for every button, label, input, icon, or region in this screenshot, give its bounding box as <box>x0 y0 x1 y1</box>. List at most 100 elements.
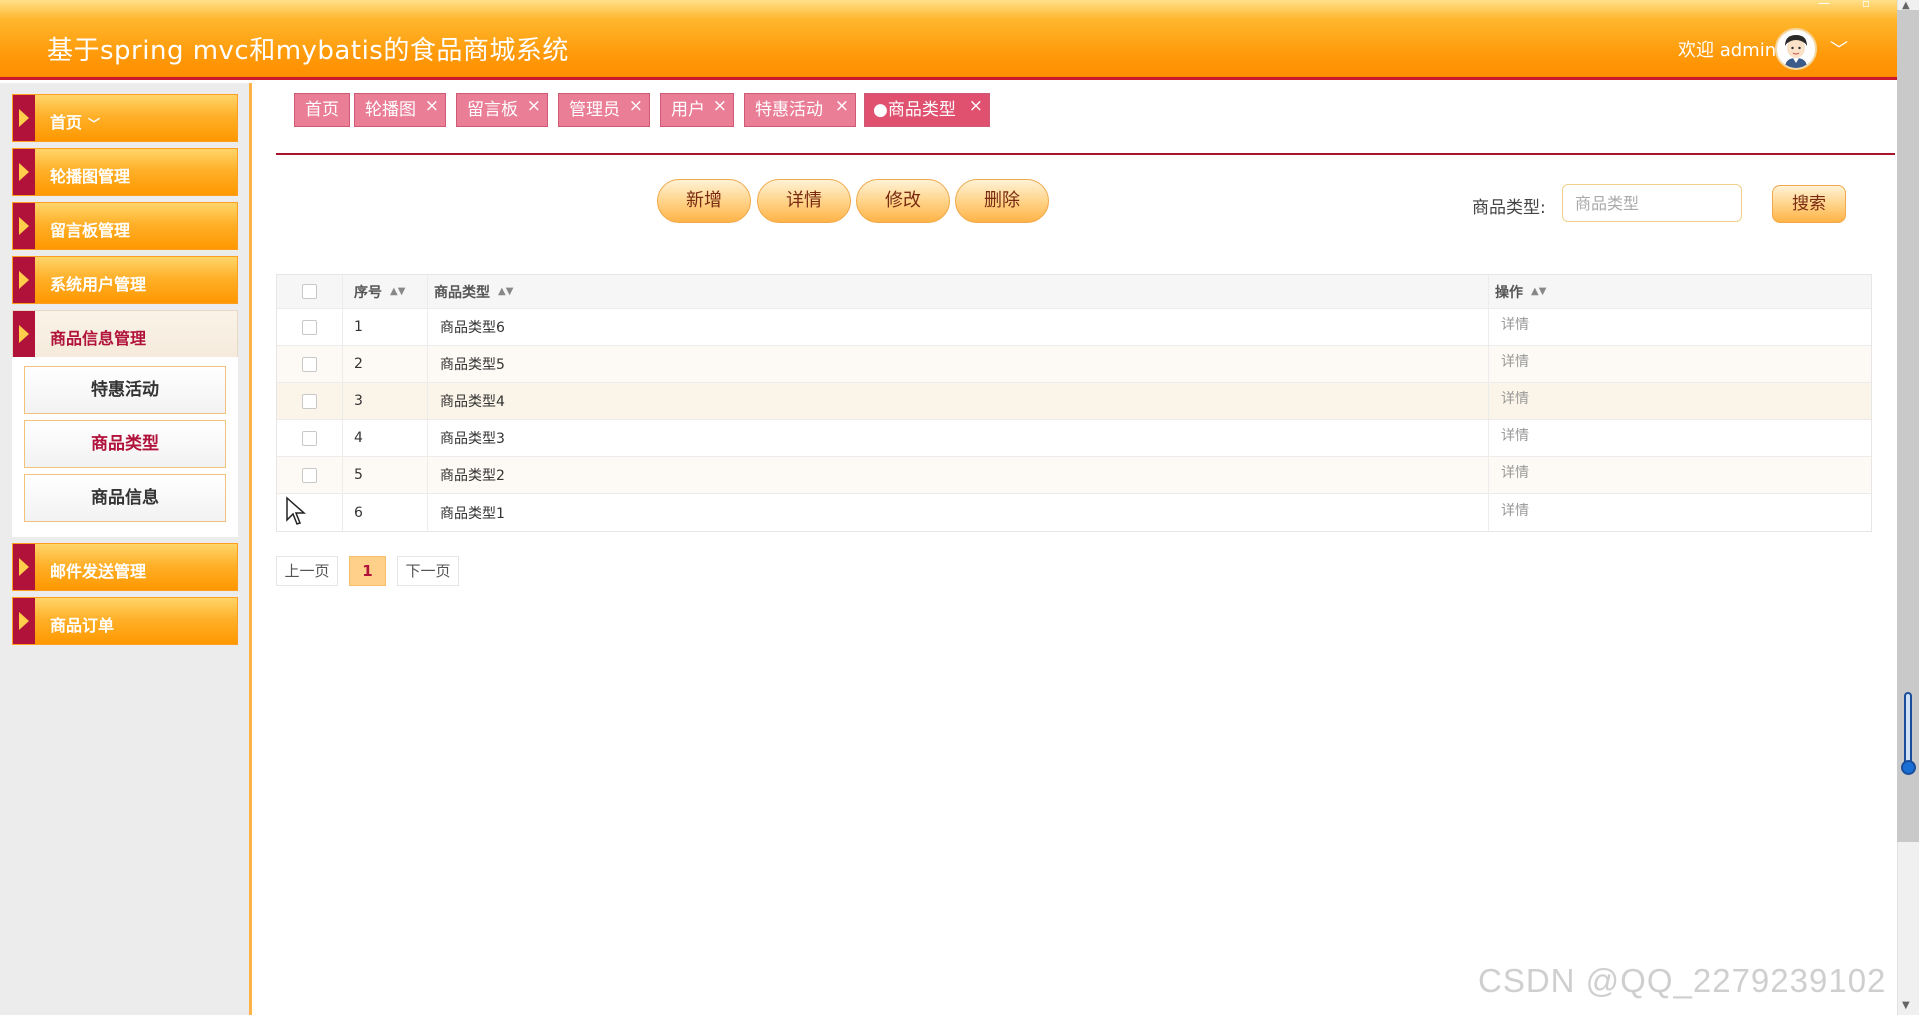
next-page-button[interactable]: 下一页 <box>397 556 459 586</box>
row-checkbox[interactable] <box>302 319 317 335</box>
maximize-icon[interactable]: ▫ <box>1862 0 1870 10</box>
page-1-button[interactable]: 1 <box>349 556 386 586</box>
cell-type: 商品类型1 <box>428 494 1489 531</box>
detail-button[interactable]: 详情 <box>757 179 851 223</box>
cell-no: 6 <box>343 494 428 531</box>
mouse-cursor-icon <box>286 496 306 525</box>
sidebar-item-label: 系统用户管理 <box>50 275 147 294</box>
thermometer-icon <box>1904 692 1912 767</box>
prev-page-button[interactable]: 上一页 <box>276 556 338 586</box>
edit-button[interactable]: 修改 <box>856 179 950 223</box>
row-checkbox[interactable] <box>302 356 317 372</box>
tab-label: ●商品类型 <box>873 100 956 120</box>
sidebar-item-product-info[interactable]: 商品信息管理 <box>12 310 238 358</box>
search-input[interactable] <box>1562 184 1742 222</box>
tab-label: 轮播图 <box>365 100 416 120</box>
close-icon[interactable]: × <box>425 90 439 122</box>
app-title: 基于spring mvc和mybatis的食品商城系统 <box>47 36 569 66</box>
add-button[interactable]: 新增 <box>657 179 751 223</box>
tab-special-offers[interactable]: 特惠活动 × <box>744 93 856 127</box>
delete-button[interactable]: 删除 <box>955 179 1049 223</box>
sidebar-item-orders[interactable]: 商品订单 <box>12 597 238 645</box>
cell-type: 商品类型3 <box>428 420 1489 456</box>
sidebar-item-email[interactable]: 邮件发送管理 <box>12 543 238 591</box>
sidebar-item-label: 邮件发送管理 <box>50 562 147 581</box>
column-header-op[interactable]: 操作 ▲▼ <box>1489 275 1873 308</box>
column-header-type[interactable]: 商品类型 ▲▼ <box>428 275 1489 308</box>
user-avatar-icon <box>1777 30 1815 68</box>
close-icon[interactable]: × <box>527 90 541 122</box>
sidebar-item-system-users[interactable]: 系统用户管理 <box>12 256 238 304</box>
sidebar-item-label: 轮播图管理 <box>50 167 131 186</box>
sort-icon[interactable]: ▲▼ <box>498 286 513 296</box>
sidebar-item-home[interactable]: 首页 ﹀ <box>12 94 238 142</box>
table-row[interactable]: 5 商品类型2 详情 <box>277 457 1871 494</box>
table-header-row: 序号 ▲▼ 商品类型 ▲▼ 操作 ▲▼ <box>277 275 1871 309</box>
table-row[interactable]: 1 商品类型6 详情 <box>277 309 1871 346</box>
tab-label: 首页 <box>305 100 339 120</box>
close-icon[interactable]: × <box>835 90 849 122</box>
row-checkbox[interactable] <box>302 393 317 409</box>
avatar[interactable] <box>1775 28 1817 70</box>
close-icon[interactable]: × <box>713 90 727 122</box>
sort-icon[interactable]: ▲▼ <box>390 286 405 296</box>
chevron-down-icon: ﹀ <box>88 117 101 131</box>
data-table: 序号 ▲▼ 商品类型 ▲▼ 操作 ▲▼ 1 商品类型6 详情 2 商品类型5 详情 3… <box>276 274 1872 532</box>
window-controls: — ▫ <box>1790 0 1870 10</box>
table-row[interactable]: 4 商品类型3 详情 <box>277 420 1871 457</box>
sidebar-item-label: 商品订单 <box>50 616 115 635</box>
search-button[interactable]: 搜索 <box>1772 185 1846 223</box>
submenu-item-products[interactable]: 商品信息 <box>24 474 226 522</box>
triangle-right-icon <box>13 311 35 357</box>
tab-messages[interactable]: 留言板 × <box>456 93 548 127</box>
column-header-no[interactable]: 序号 ▲▼ <box>343 275 428 308</box>
sidebar-item-messages[interactable]: 留言板管理 <box>12 202 238 250</box>
watermark: CSDN @QQ_2279239102 <box>1478 962 1887 999</box>
search-label: 商品类型: <box>1472 198 1546 218</box>
row-checkbox[interactable] <box>302 430 317 446</box>
triangle-right-icon <box>13 203 35 249</box>
row-detail-link[interactable]: 详情 <box>1501 351 1529 371</box>
sort-icon[interactable]: ▲▼ <box>1531 286 1546 296</box>
select-all-checkbox[interactable] <box>302 284 317 299</box>
minimize-icon[interactable]: — <box>1818 0 1830 10</box>
sidebar-item-carousel[interactable]: 轮播图管理 <box>12 148 238 196</box>
table-row[interactable]: 3 商品类型4 详情 <box>277 383 1871 420</box>
tab-label: 留言板 <box>467 100 518 120</box>
scroll-up-icon[interactable]: ▲ <box>1902 0 1910 11</box>
tab-product-types[interactable]: ●商品类型 × <box>864 93 990 127</box>
submenu-item-special-offers[interactable]: 特惠活动 <box>24 366 226 414</box>
row-detail-link[interactable]: 详情 <box>1501 500 1529 520</box>
scroll-down-icon[interactable]: ▼ <box>1902 1000 1910 1011</box>
tab-carousel[interactable]: 轮播图 × <box>354 93 446 127</box>
tab-label: 用户 <box>671 100 705 120</box>
row-detail-link[interactable]: 详情 <box>1501 462 1529 482</box>
row-detail-link[interactable]: 详情 <box>1501 388 1529 408</box>
close-icon[interactable]: × <box>969 90 983 122</box>
tab-home[interactable]: 首页 <box>294 93 350 127</box>
row-checkbox[interactable] <box>302 467 317 483</box>
cell-type: 商品类型4 <box>428 383 1489 419</box>
triangle-right-icon <box>13 95 35 141</box>
cell-type: 商品类型5 <box>428 346 1489 382</box>
table-row[interactable]: 6 商品类型1 详情 <box>277 494 1871 531</box>
tab-admins[interactable]: 管理员 × <box>558 93 650 127</box>
row-detail-link[interactable]: 详情 <box>1501 425 1529 445</box>
submenu-product-info: 特惠活动 商品类型 商品信息 <box>12 357 238 537</box>
close-icon[interactable]: × <box>629 90 643 122</box>
thermometer-bulb-icon <box>1901 760 1916 775</box>
triangle-right-icon <box>13 598 35 644</box>
triangle-right-icon <box>13 149 35 195</box>
cell-no: 5 <box>343 457 428 493</box>
tab-users[interactable]: 用户 × <box>660 93 734 127</box>
row-detail-link[interactable]: 详情 <box>1501 314 1529 334</box>
chevron-down-icon[interactable]: ﹀ <box>1830 36 1848 62</box>
tab-divider <box>276 153 1895 155</box>
tab-label: 管理员 <box>569 100 620 120</box>
table-row[interactable]: 2 商品类型5 详情 <box>277 346 1871 383</box>
sidebar-item-label: 首页 <box>50 113 83 132</box>
cell-type: 商品类型2 <box>428 457 1489 493</box>
submenu-item-product-types[interactable]: 商品类型 <box>24 420 226 468</box>
sidebar-item-label: 商品信息管理 <box>50 329 147 348</box>
sidebar: 首页 ﹀ 轮播图管理 留言板管理 系统用户管理 商品信息管理 特惠活动 商品类型 … <box>0 83 252 1015</box>
